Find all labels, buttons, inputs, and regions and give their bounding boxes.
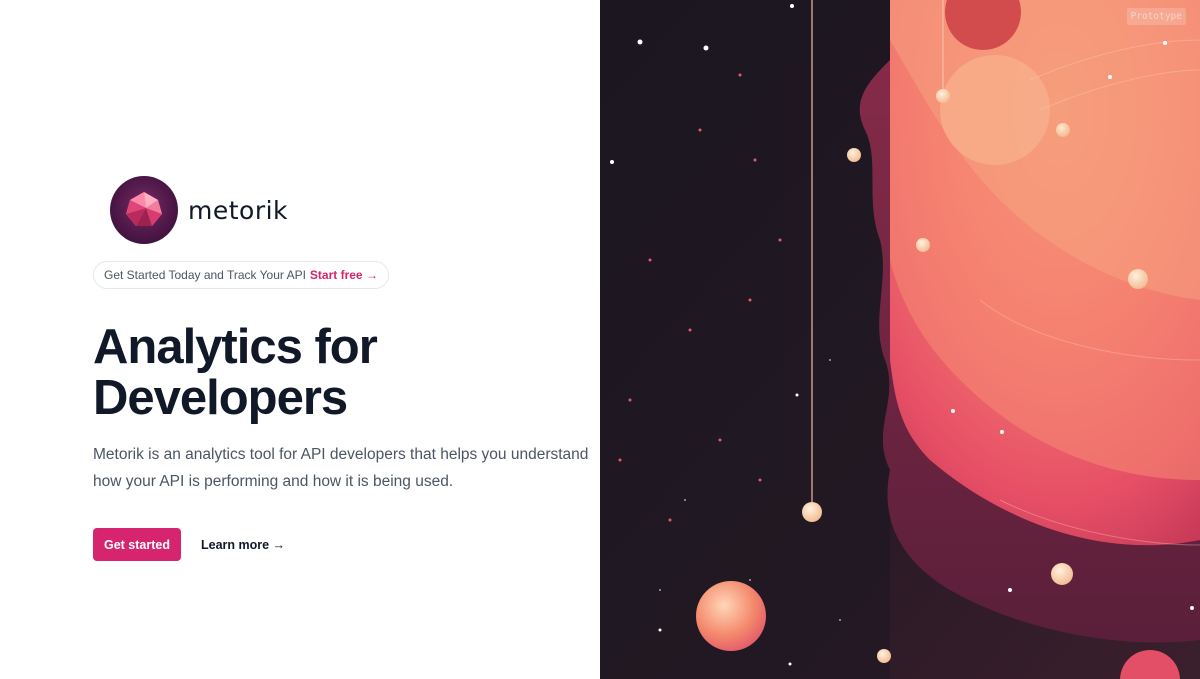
- page-title: Analytics for Developers: [93, 320, 378, 425]
- hero-panel: metorik Get Started Today and Track Your…: [0, 0, 600, 679]
- hero-description: Metorik is an analytics tool for API dev…: [93, 446, 589, 490]
- title-line-2: Developers: [93, 371, 348, 425]
- start-free-link[interactable]: Start free →: [310, 268, 378, 282]
- learn-more-link[interactable]: Learn more →: [201, 528, 285, 561]
- announcement-text: Get Started Today and Track Your API: [104, 268, 306, 282]
- announcement-pill[interactable]: Get Started Today and Track Your API Sta…: [93, 261, 389, 289]
- get-started-button[interactable]: Get started: [93, 528, 181, 561]
- prototype-badge: Prototype: [1126, 8, 1186, 25]
- brand-logo[interactable]: metorik: [110, 176, 288, 244]
- title-line-1: Analytics for: [93, 320, 378, 374]
- gem-icon: [110, 176, 178, 244]
- brand-name: metorik: [188, 195, 289, 225]
- space-illustration: [600, 0, 1200, 679]
- hero-illustration: Prototype: [600, 0, 1200, 679]
